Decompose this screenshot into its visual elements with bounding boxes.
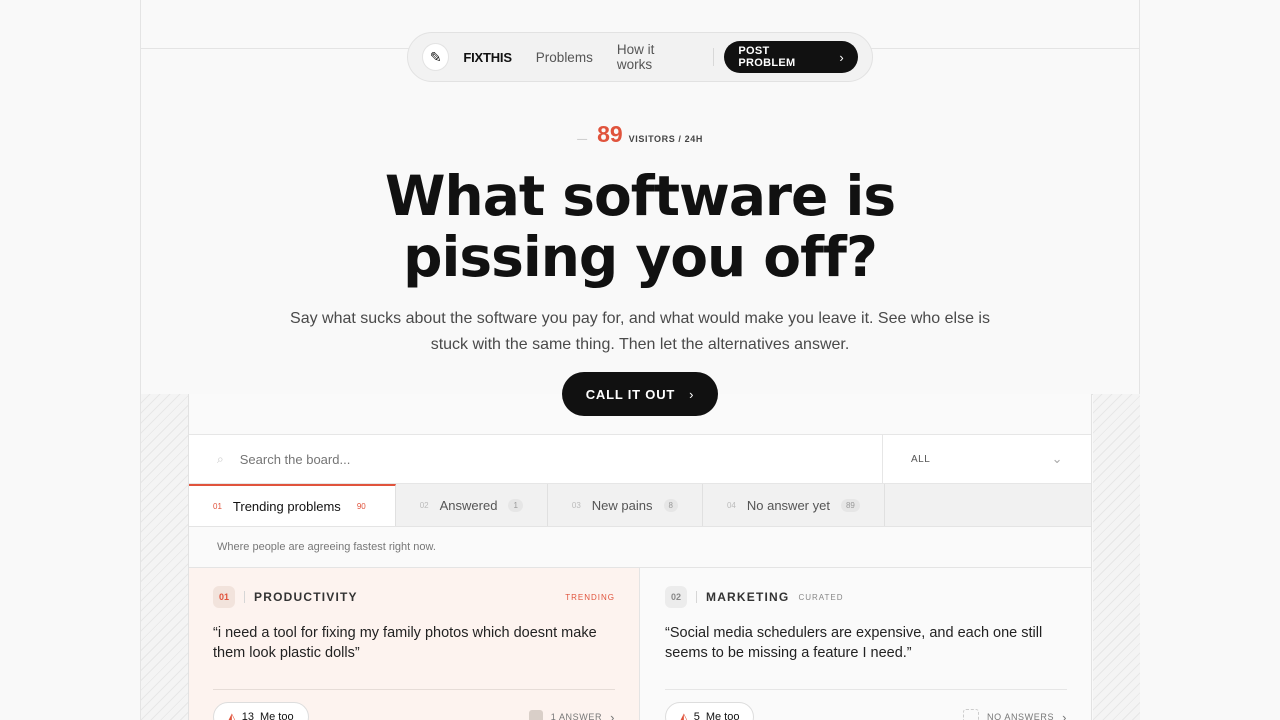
left-hatch-pattern: [141, 394, 188, 720]
tab-count-badge: 8: [663, 498, 678, 512]
logo-icon[interactable]: ✎: [422, 43, 450, 71]
tab-number: 03: [571, 500, 581, 510]
me-too-button[interactable]: ◭ 5 Me too: [665, 702, 755, 720]
visitor-counter: — 89 VISITORS / 24H: [0, 121, 1280, 148]
problem-card[interactable]: 01 PRODUCTIVITY TRENDING “i need a tool …: [189, 568, 640, 720]
problem-board: ⌕ ALL ⌄ 01 Trending problems 90 02 Answe…: [188, 394, 1092, 720]
post-problem-label: POST PROBLEM: [738, 45, 796, 69]
nav-link-problems[interactable]: Problems: [536, 50, 593, 65]
empty-answer-placeholder: [963, 709, 980, 720]
problem-card[interactable]: 02 MARKETING CURATED “Social media sched…: [641, 568, 1091, 720]
card-footer: ◭ 5 Me too NO ANSWERS ›: [665, 702, 1067, 720]
card-header: 01 PRODUCTIVITY TRENDING: [213, 585, 615, 609]
chevron-right-icon: ›: [839, 49, 844, 65]
tab-number: 01: [213, 501, 222, 511]
me-too-label: Me too: [259, 711, 294, 720]
status-tag: CURATED: [798, 592, 844, 602]
rank-badge: 01: [213, 586, 235, 608]
tab-count-badge: 90: [356, 501, 366, 511]
answers-count: 1 ANSWER: [550, 712, 603, 720]
upvote-icon: ◭: [680, 711, 688, 720]
call-it-out-button[interactable]: CALL IT OUT ›: [562, 372, 718, 416]
nav-link-how-it-works[interactable]: How it works: [617, 42, 692, 72]
search-box[interactable]: ⌕: [189, 435, 883, 483]
tab-no-answer-yet[interactable]: 04 No answer yet 89: [703, 484, 885, 526]
card-divider: [213, 689, 615, 690]
top-nav: ✎ FIXTHIS Problems How it works POST PRO…: [407, 32, 873, 82]
divider: [696, 591, 697, 603]
me-too-button[interactable]: ◭ 13 Me too: [213, 702, 309, 720]
brand-name[interactable]: FIXTHIS: [463, 50, 512, 65]
rank-badge: 02: [665, 586, 687, 608]
tab-description: Where people are agreeing fastest right …: [189, 527, 1091, 568]
tab-number: 02: [419, 500, 429, 510]
me-too-count: 13: [241, 711, 254, 720]
card-footer: ◭ 13 Me too 1 ANSWER ›: [213, 702, 615, 720]
filter-value: ALL: [911, 453, 931, 465]
tab-count-badge: 1: [508, 498, 523, 512]
tab-label: Answered: [439, 497, 498, 513]
chevron-right-icon: ›: [1062, 709, 1067, 720]
answers-link[interactable]: 1 ANSWER ›: [528, 709, 615, 720]
me-too-label: Me too: [705, 711, 740, 720]
upvote-icon: ◭: [228, 711, 236, 720]
right-hatch-pattern: [1093, 394, 1140, 720]
category-filter-select[interactable]: ALL ⌄: [883, 435, 1091, 483]
problem-quote[interactable]: “i need a tool for fixing my family phot…: [213, 623, 613, 663]
tab-label: New pains: [591, 497, 653, 513]
dash-decoration: —: [577, 134, 588, 145]
tab-label: No answer yet: [746, 497, 830, 513]
card-divider: [665, 689, 1067, 690]
category-label[interactable]: MARKETING: [706, 590, 789, 604]
answer-avatar: [528, 710, 543, 720]
card-header: 02 MARKETING CURATED: [665, 585, 1067, 609]
me-too-count: 5: [693, 711, 700, 720]
hero-subtext: Say what sucks about the software you pa…: [290, 310, 990, 353]
divider: [244, 591, 245, 603]
page-headline: What software is pissing you off?: [0, 166, 1280, 288]
headline-line-2: pissing you off?: [403, 225, 878, 289]
tab-trending-problems[interactable]: 01 Trending problems 90: [189, 484, 396, 526]
tab-count-badge: 89: [840, 498, 860, 512]
search-icon: ⌕: [217, 451, 224, 466]
visitor-count: 89: [597, 121, 623, 147]
visitor-label: VISITORS / 24H: [628, 134, 703, 144]
problem-quote[interactable]: “Social media schedulers are expensive, …: [665, 623, 1065, 663]
answers-count: NO ANSWERS: [987, 712, 1055, 720]
answers-link[interactable]: NO ANSWERS ›: [963, 709, 1067, 720]
search-input[interactable]: [239, 451, 740, 467]
tab-new-pains[interactable]: 03 New pains 8: [548, 484, 703, 526]
chevron-right-icon: ›: [689, 386, 695, 402]
tab-number: 04: [726, 500, 736, 510]
search-row: ⌕ ALL ⌄: [189, 434, 1091, 484]
category-label[interactable]: PRODUCTIVITY: [254, 590, 358, 604]
post-problem-button[interactable]: POST PROBLEM ›: [724, 41, 858, 73]
chevron-right-icon: ›: [610, 709, 615, 720]
board-tabs: 01 Trending problems 90 02 Answered 1 03…: [189, 484, 1091, 527]
nav-separator: [713, 48, 715, 66]
headline-line-1: What software is: [384, 164, 896, 228]
tab-label: Trending problems: [232, 498, 341, 514]
tab-answered[interactable]: 02 Answered 1: [396, 484, 548, 526]
cta-label: CALL IT OUT: [585, 386, 676, 402]
status-tag: TRENDING: [565, 592, 615, 602]
chevron-down-icon: ⌄: [1051, 451, 1063, 466]
